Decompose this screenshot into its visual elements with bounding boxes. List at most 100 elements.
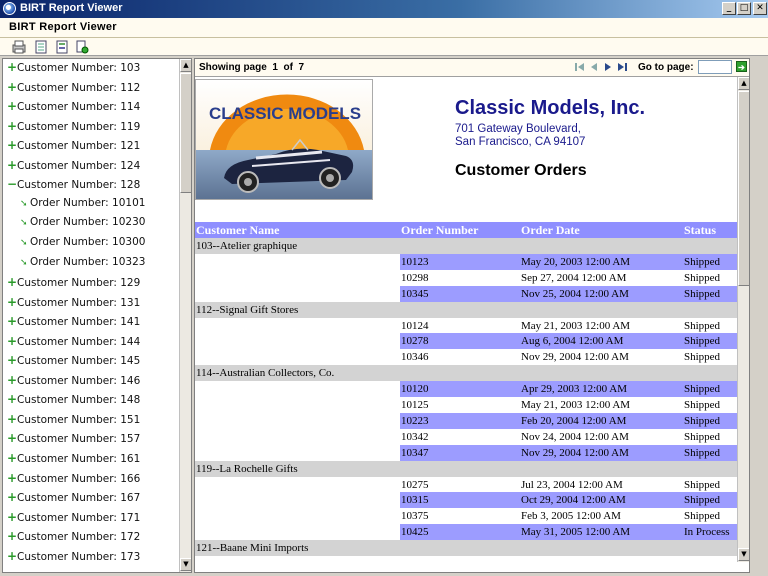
export-icon[interactable] <box>34 40 48 54</box>
tree-item-customer[interactable]: +Customer Number: 141 <box>7 314 140 333</box>
tree-item-customer[interactable]: −Customer Number: 128 <box>7 177 140 196</box>
tree-item-label: Customer Number: 145 <box>17 355 141 368</box>
customer-name-cell: 119--La Rochelle Gifts <box>196 462 298 475</box>
status-cell: Shipped <box>684 414 721 427</box>
tree-item-customer[interactable]: +Customer Number: 171 <box>7 510 140 529</box>
expand-icon[interactable]: + <box>7 314 17 328</box>
expand-icon[interactable]: + <box>7 60 17 74</box>
export-report-icon[interactable] <box>55 40 69 54</box>
toc-icon[interactable] <box>12 40 26 54</box>
customer-group-row: 121--Baane Mini Imports <box>195 540 737 557</box>
expand-icon[interactable]: + <box>7 138 17 152</box>
expand-icon[interactable]: + <box>7 295 17 309</box>
window-title: BIRT Report Viewer <box>20 2 123 14</box>
expand-icon[interactable]: + <box>7 412 17 426</box>
tree-item-order[interactable]: ➘ Order Number: 10230 <box>20 216 145 235</box>
tree-item-customer[interactable]: +Customer Number: 112 <box>7 80 140 99</box>
expand-icon[interactable]: + <box>7 549 17 563</box>
next-page-icon[interactable] <box>603 62 613 72</box>
order-number-cell: 10298 <box>401 271 429 284</box>
tree-item-customer[interactable]: +Customer Number: 172 <box>7 529 140 548</box>
tree-scrollbar[interactable]: ▲ ▼ <box>179 59 191 572</box>
tree-item-customer[interactable]: +Customer Number: 144 <box>7 334 140 353</box>
leaf-node-icon[interactable]: ➘ <box>20 238 30 248</box>
tree-item-customer[interactable]: +Customer Number: 103 <box>7 60 140 79</box>
order-number-cell: 10120 <box>401 383 429 396</box>
tree-item-order[interactable]: ➘ Order Number: 10101 <box>20 197 145 216</box>
tree-item-label: Customer Number: 121 <box>17 140 141 153</box>
first-page-icon[interactable] <box>575 62 585 72</box>
status-cell: Shipped <box>684 271 721 284</box>
tree-item-customer[interactable]: +Customer Number: 145 <box>7 353 140 372</box>
tree-item-customer[interactable]: +Customer Number: 151 <box>7 412 140 431</box>
leaf-node-icon[interactable]: ➘ <box>20 199 30 209</box>
expand-icon[interactable]: + <box>7 431 17 445</box>
report-scroll-down-arrow-icon[interactable]: ▼ <box>738 548 749 561</box>
last-page-icon[interactable] <box>617 62 627 72</box>
expand-icon[interactable]: + <box>7 510 17 524</box>
status-cell: Shipped <box>684 430 721 443</box>
leaf-node-icon[interactable]: ➘ <box>20 258 30 268</box>
previous-page-icon[interactable] <box>589 62 599 72</box>
status-cell: Shipped <box>684 287 721 300</box>
tree-item-order[interactable]: ➘ Order Number: 10300 <box>20 236 145 255</box>
table-header: Customer Name Order Number Order Date St… <box>195 222 737 238</box>
tree-item-customer[interactable]: +Customer Number: 157 <box>7 431 140 450</box>
order-number-cell: 10346 <box>401 351 429 364</box>
order-date-cell: Aug 6, 2004 12:00 AM <box>521 335 624 348</box>
scroll-up-arrow-icon[interactable]: ▲ <box>180 59 191 72</box>
minimize-button[interactable]: _ <box>722 2 736 15</box>
print-icon[interactable] <box>75 40 89 54</box>
order-number-cell: 10275 <box>401 478 429 491</box>
column-header-order-date: Order Date <box>521 223 580 237</box>
expand-icon[interactable]: + <box>7 275 17 289</box>
expand-icon[interactable]: + <box>7 80 17 94</box>
expand-icon[interactable]: + <box>7 471 17 485</box>
tree-item-customer[interactable]: +Customer Number: 148 <box>7 392 140 411</box>
expand-icon[interactable]: + <box>7 99 17 113</box>
order-number-cell: 10125 <box>401 399 429 411</box>
tree-item-customer[interactable]: +Customer Number: 166 <box>7 471 140 490</box>
status-cell: Shipped <box>684 446 721 459</box>
collapse-icon[interactable]: − <box>7 177 17 191</box>
order-date-cell: Jul 23, 2004 12:00 AM <box>521 478 623 491</box>
tree-item-label: Customer Number: 128 <box>17 179 141 192</box>
expand-icon[interactable]: + <box>7 334 17 348</box>
tree-item-customer[interactable]: +Customer Number: 131 <box>7 295 140 314</box>
expand-icon[interactable]: + <box>7 353 17 367</box>
expand-icon[interactable]: + <box>7 373 17 387</box>
tree-item-customer[interactable]: +Customer Number: 161 <box>7 451 140 470</box>
expand-icon[interactable]: + <box>7 451 17 465</box>
tree-scroll-thumb[interactable] <box>180 73 191 193</box>
expand-icon[interactable]: + <box>7 490 17 504</box>
tree-item-customer[interactable]: +Customer Number: 146 <box>7 373 140 392</box>
tree-item-customer[interactable]: +Customer Number: 114 <box>7 99 140 118</box>
report-scroll-thumb[interactable] <box>738 91 749 286</box>
tree-item-customer[interactable]: +Customer Number: 173 <box>7 549 140 568</box>
scroll-down-arrow-icon[interactable]: ▼ <box>180 558 191 571</box>
tree-item-customer[interactable]: +Customer Number: 121 <box>7 138 140 157</box>
expand-icon[interactable]: + <box>7 158 17 172</box>
expand-icon[interactable]: + <box>7 392 17 406</box>
maximize-button[interactable]: □ <box>737 2 751 15</box>
expand-icon[interactable]: + <box>7 119 17 133</box>
window-title-bar[interactable]: BIRT Report Viewer _ □ ✕ <box>0 0 768 18</box>
tree-item-customer[interactable]: +Customer Number: 124 <box>7 158 140 177</box>
goto-page-input[interactable] <box>698 60 732 74</box>
tree-item-customer[interactable]: +Customer Number: 167 <box>7 490 140 509</box>
order-date-cell: May 20, 2003 12:00 AM <box>521 255 631 268</box>
close-button[interactable]: ✕ <box>753 2 767 15</box>
customer-group-row: 119--La Rochelle Gifts <box>195 460 737 477</box>
table-row: 10124 May 21, 2003 12:00 AM Shipped <box>195 318 737 334</box>
leaf-node-icon[interactable]: ➘ <box>20 218 30 228</box>
report-scroll-up-arrow-icon[interactable]: ▲ <box>738 77 749 90</box>
go-arrow-icon[interactable]: ➔ <box>736 61 747 72</box>
tree-item-order[interactable]: ➘ Order Number: 10323 <box>20 256 145 275</box>
toc-tree-panel: +Customer Number: 103 +Customer Number: 1… <box>2 58 192 573</box>
tree-item-customer[interactable]: +Customer Number: 119 <box>7 119 140 138</box>
of-label: of <box>283 62 293 73</box>
expand-icon[interactable]: + <box>7 529 17 543</box>
report-vertical-scrollbar[interactable]: ▲ ▼ <box>737 77 749 562</box>
tree-item-label: Customer Number: 173 <box>17 550 141 563</box>
tree-item-customer[interactable]: +Customer Number: 129 <box>7 275 140 294</box>
